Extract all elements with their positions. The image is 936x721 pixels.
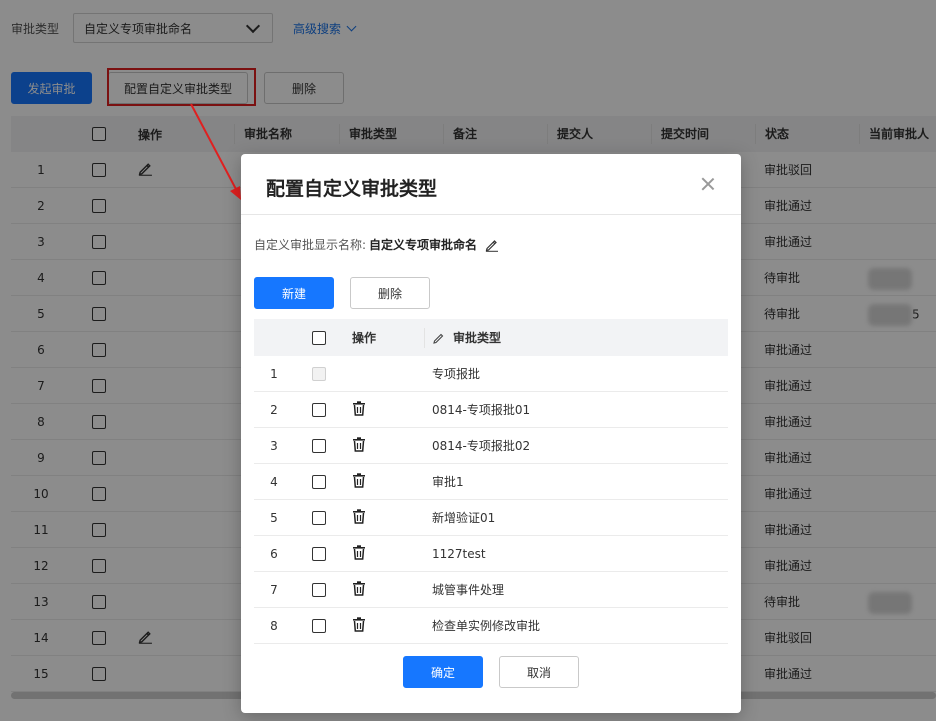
type-row-op-cell: [344, 508, 424, 527]
type-row-index: 6: [270, 546, 278, 561]
display-name-label: 自定义审批显示名称:: [254, 238, 367, 252]
type-row-index: 2: [270, 402, 278, 417]
type-row-op-cell: [344, 616, 424, 635]
type-row-checkbox-cell: [294, 402, 344, 417]
display-name-value: 自定义专项审批命名: [369, 238, 478, 252]
display-name-row: 自定义审批显示名称: 自定义专项审批命名: [254, 236, 499, 253]
type-row-op-cell: [344, 400, 424, 419]
type-row[interactable]: 1 专项报批: [254, 356, 728, 392]
type-row[interactable]: 7 城管事件处理: [254, 572, 728, 608]
divider: [241, 214, 741, 215]
type-row-checkbox[interactable]: [312, 402, 326, 417]
type-row-checkbox[interactable]: [312, 618, 326, 633]
type-row-checkbox-cell: [294, 618, 344, 633]
type-row-checkbox[interactable]: [312, 582, 326, 597]
trash-icon[interactable]: [352, 508, 366, 527]
type-row-checkbox: [312, 366, 326, 381]
trash-icon[interactable]: [352, 580, 366, 599]
type-row-index: 3: [270, 438, 278, 453]
trash-icon[interactable]: [352, 544, 366, 563]
type-row-index: 1: [270, 366, 278, 381]
trash-icon[interactable]: [352, 400, 366, 419]
type-row-name: 0814-专项报批02: [432, 439, 531, 453]
trash-icon[interactable]: [352, 436, 366, 455]
close-icon[interactable]: [701, 177, 715, 191]
type-row-checkbox[interactable]: [312, 546, 326, 561]
type-table: 操作 审批类型 1 专项报批 2 0814-专项报批01 3 0814-专项报批02 4 审批…: [254, 319, 728, 644]
dialog-title: 配置自定义审批类型: [266, 178, 438, 200]
type-row-name: 审批1: [432, 475, 464, 489]
confirm-button[interactable]: 确定: [403, 656, 483, 688]
type-row-checkbox-cell: [294, 366, 344, 381]
trash-icon[interactable]: [352, 616, 366, 635]
type-row[interactable]: 5 新增验证01: [254, 500, 728, 536]
pencil-icon: [433, 333, 444, 344]
type-table-header: 操作 审批类型: [254, 319, 728, 356]
type-row-index: 8: [270, 618, 278, 633]
type-row-op-cell: [344, 544, 424, 563]
type-row-op-cell: [344, 436, 424, 455]
type-row-checkbox[interactable]: [312, 474, 326, 489]
type-row-checkbox[interactable]: [312, 510, 326, 525]
type-row[interactable]: 2 0814-专项报批01: [254, 392, 728, 428]
new-type-button[interactable]: 新建: [254, 277, 334, 309]
type-row[interactable]: 6 1127test: [254, 536, 728, 572]
type-header-op: 操作: [352, 331, 377, 345]
type-row-name: 1127test: [432, 546, 486, 561]
type-row-checkbox[interactable]: [312, 438, 326, 453]
type-row-op-cell: [344, 472, 424, 491]
type-row-checkbox-cell: [294, 510, 344, 525]
type-row[interactable]: 3 0814-专项报批02: [254, 428, 728, 464]
select-all-types-checkbox[interactable]: [312, 330, 326, 345]
type-row-index: 7: [270, 582, 278, 597]
type-table-body: 1 专项报批 2 0814-专项报批01 3 0814-专项报批02 4 审批1 5 新增验证01…: [254, 356, 728, 644]
cancel-button[interactable]: 取消: [499, 656, 579, 688]
type-row-checkbox-cell: [294, 474, 344, 489]
type-header-type-label: 审批类型: [453, 331, 502, 345]
type-row-op-cell: [344, 580, 424, 599]
delete-type-button[interactable]: 删除: [350, 277, 430, 309]
type-row-name: 专项报批: [432, 367, 481, 381]
trash-icon[interactable]: [352, 472, 366, 491]
type-header-checkbox-cell: [294, 330, 344, 345]
edit-icon[interactable]: [485, 238, 499, 252]
type-row-checkbox-cell: [294, 546, 344, 561]
type-row-name: 城管事件处理: [432, 583, 505, 597]
type-header-type: 审批类型: [424, 327, 728, 348]
type-row-index: 4: [270, 474, 278, 489]
type-row-index: 5: [270, 510, 278, 525]
config-dialog: 配置自定义审批类型 自定义审批显示名称: 自定义专项审批命名 新建 删除 操作 …: [241, 154, 741, 713]
type-row-name: 0814-专项报批01: [432, 403, 531, 417]
type-row[interactable]: 4 审批1: [254, 464, 728, 500]
type-row-checkbox-cell: [294, 438, 344, 453]
type-row-name: 新增验证01: [432, 511, 496, 525]
type-row[interactable]: 8 检查单实例修改审批: [254, 608, 728, 644]
type-row-checkbox-cell: [294, 582, 344, 597]
type-row-name: 检查单实例修改审批: [432, 619, 541, 633]
